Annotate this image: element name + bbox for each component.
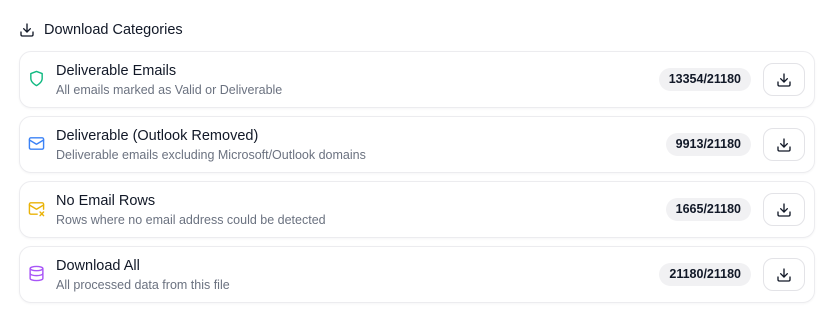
shield-icon	[28, 70, 45, 87]
category-title: Download All	[56, 258, 140, 274]
database-icon	[28, 265, 45, 282]
count-badge: 21180/21180	[659, 263, 751, 286]
download-icon	[776, 267, 792, 283]
category-description: All emails marked as Valid or Deliverabl…	[56, 83, 283, 97]
category-card-outlook-removed: Deliverable (Outlook Removed) Deliverabl…	[19, 116, 815, 173]
count-badge: 9913/21180	[665, 133, 751, 156]
download-icon	[776, 202, 792, 218]
download-all-button[interactable]	[763, 258, 805, 291]
section-title: Download Categories	[44, 22, 183, 38]
count-badge: 13354/21180	[658, 68, 751, 91]
count-badge: 1665/21180	[665, 198, 751, 221]
section-header: Download Categories	[19, 22, 183, 38]
category-title: Deliverable Emails	[56, 63, 177, 79]
category-card-download-all: Download All All processed data from thi…	[19, 246, 815, 303]
download-icon	[776, 137, 792, 153]
category-title: Deliverable (Outlook Removed)	[56, 128, 259, 144]
download-deliverable-button[interactable]	[763, 63, 805, 96]
mail-icon	[28, 135, 45, 152]
category-description: Deliverable emails excluding Microsoft/O…	[56, 148, 366, 162]
category-description: Rows where no email address could be det…	[56, 213, 326, 227]
category-description: All processed data from this file	[56, 278, 230, 292]
mail-x-icon	[28, 200, 45, 217]
download-icon	[19, 22, 35, 38]
download-no-email-button[interactable]	[763, 193, 805, 226]
category-title: No Email Rows	[56, 193, 156, 209]
category-card-no-email: No Email Rows Rows where no email addres…	[19, 181, 815, 238]
download-outlook-removed-button[interactable]	[763, 128, 805, 161]
category-card-deliverable: Deliverable Emails All emails marked as …	[19, 51, 815, 108]
download-icon	[776, 72, 792, 88]
